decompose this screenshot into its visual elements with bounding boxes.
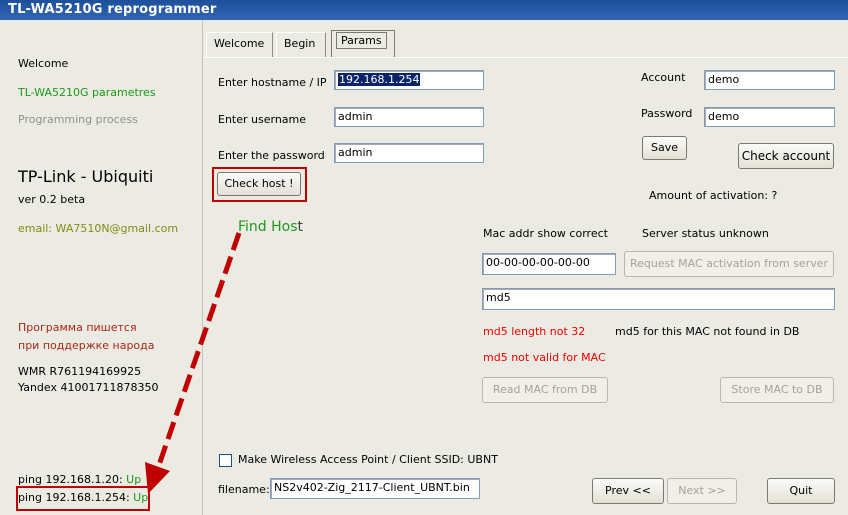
arrow-line	[155, 232, 242, 469]
annotation-arrow	[145, 232, 242, 494]
arrow-head	[145, 462, 170, 494]
